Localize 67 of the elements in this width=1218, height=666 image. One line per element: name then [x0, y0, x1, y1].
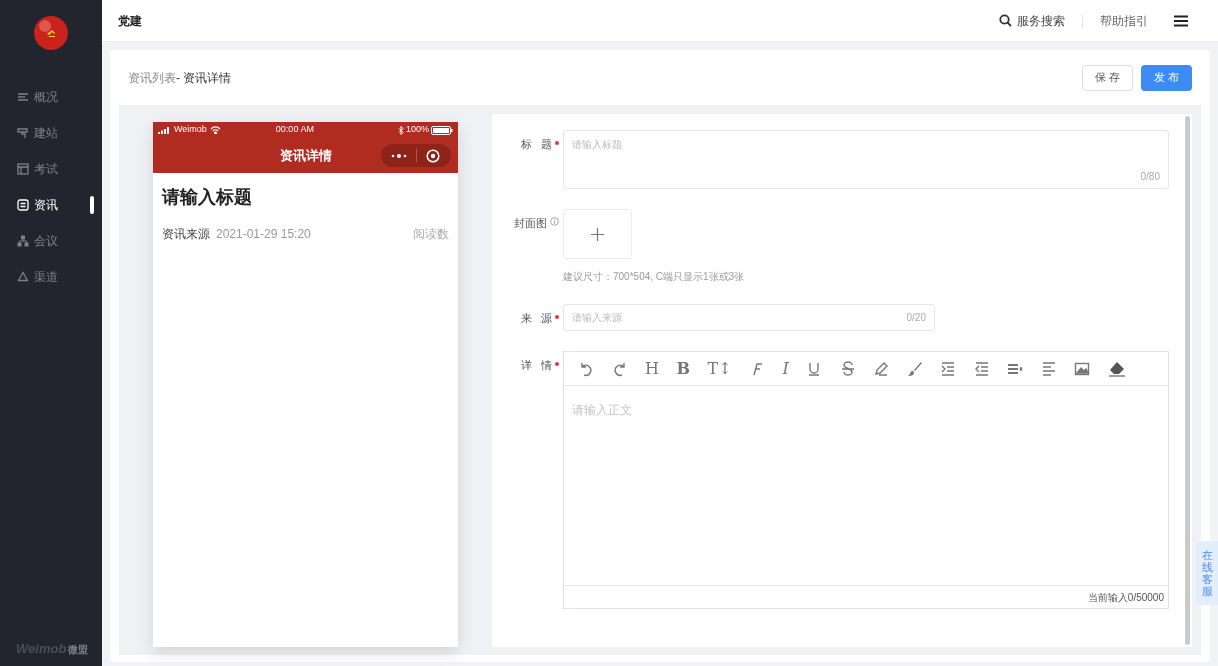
field-label: 封面图: [514, 216, 547, 231]
carrier-label: Weimob: [174, 123, 207, 137]
read-count-label: 阅读数: [413, 226, 449, 243]
sidebar-item[interactable]: 概况: [0, 79, 102, 115]
sidebar-item[interactable]: 资讯: [0, 187, 102, 223]
redo-icon[interactable]: [611, 360, 628, 377]
battery-icon: [431, 125, 453, 135]
brand-logo-cn: 微盟: [68, 643, 89, 657]
status-time: 00:00 AM: [275, 123, 314, 137]
char-counter: 当前输入0/50000: [1087, 590, 1164, 605]
format-glyph[interactable]: B: [676, 360, 690, 377]
battery-percent: 100%: [405, 123, 429, 137]
indent-icon[interactable]: [940, 360, 957, 377]
plus-icon: [591, 227, 604, 241]
wifi-icon: [209, 126, 221, 134]
signal-icon: [158, 126, 172, 134]
format-glyph[interactable]: I: [782, 360, 789, 377]
active-indicator: [90, 196, 94, 214]
more-icon[interactable]: [391, 152, 407, 159]
breadcrumb-link[interactable]: 资讯列表: [128, 68, 176, 87]
page-title: 党建: [118, 12, 142, 30]
save-button[interactable]: 保 存: [1082, 64, 1133, 91]
title-field[interactable]: 请输入标题 0/80: [563, 130, 1169, 189]
menu-icon[interactable]: [1174, 14, 1188, 27]
search-icon: [999, 14, 1012, 27]
strikethrough-icon[interactable]: [839, 360, 856, 377]
eraser-icon[interactable]: [1107, 360, 1126, 377]
list-icon: [17, 91, 29, 103]
sidebar-item[interactable]: 考试: [0, 151, 102, 187]
breadcrumb-current: - 资讯详情: [176, 69, 232, 87]
phone-nav-title: 资讯详情: [279, 146, 332, 165]
sidebar-item[interactable]: 渠道: [0, 259, 102, 295]
field-label: 详 情: [520, 358, 552, 373]
help-link[interactable]: 帮助指引: [1100, 11, 1148, 30]
paint-roller-icon: [17, 127, 29, 139]
publish-button[interactable]: 发 布: [1141, 64, 1192, 91]
article-title: 请输入标题: [162, 186, 253, 209]
source-counter: 0/20: [906, 311, 926, 325]
document-icon: [17, 199, 29, 211]
recycle-icon: [17, 271, 29, 283]
sidebar-item[interactable]: 会议: [0, 223, 102, 259]
image-icon[interactable]: [1074, 360, 1091, 377]
pen-icon[interactable]: [873, 360, 890, 377]
article-date: 2021-01-29 15:20: [216, 226, 311, 243]
target-icon[interactable]: [426, 148, 440, 163]
brush-icon[interactable]: [906, 360, 923, 377]
layout-icon: [17, 163, 29, 175]
field-label: 来 源: [520, 311, 552, 326]
avatar-icon: [33, 15, 69, 51]
capsule-buttons[interactable]: [381, 144, 451, 167]
bluetooth-icon: [397, 125, 404, 135]
scrollbar[interactable]: [1185, 116, 1190, 645]
hierarchy-icon: [17, 235, 29, 247]
title-input[interactable]: 请输入标题: [564, 131, 1168, 152]
align-left-icon[interactable]: [1040, 360, 1057, 377]
field-label: 标 题: [520, 137, 552, 152]
format-glyph[interactable]: T↕: [707, 360, 732, 377]
search-button[interactable]: 服务搜索: [999, 11, 1065, 30]
undo-icon[interactable]: [578, 360, 594, 377]
online-service-tab[interactable]: 在线客服: [1196, 541, 1218, 605]
title-counter: 0/80: [1140, 170, 1160, 184]
format-glyph[interactable]: H: [645, 360, 659, 377]
sidebar-item[interactable]: 建站: [0, 115, 102, 151]
info-icon: [550, 217, 559, 226]
outdent-icon[interactable]: [973, 360, 990, 377]
cover-hint: 建议尺寸：700*504, C端只显示1张或3张: [563, 270, 745, 284]
article-source: 资讯来源: [162, 226, 210, 243]
